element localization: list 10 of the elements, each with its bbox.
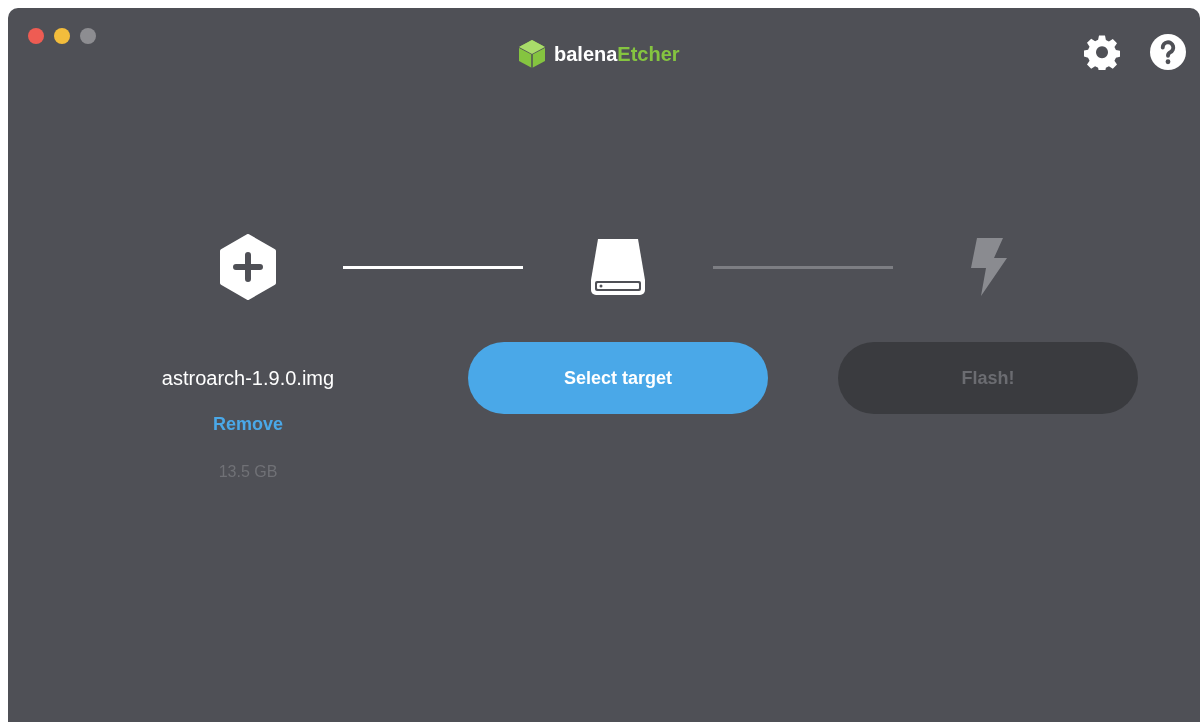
zoom-button[interactable] xyxy=(80,28,96,44)
minimize-button[interactable] xyxy=(54,28,70,44)
cube-icon xyxy=(516,38,548,70)
help-icon[interactable] xyxy=(1150,34,1186,70)
window-title: balenaEtcher xyxy=(554,42,680,67)
settings-icon[interactable] xyxy=(1084,34,1120,70)
remove-link[interactable]: Remove xyxy=(212,412,283,436)
plus-hexagon-icon[interactable] xyxy=(219,234,277,300)
file-name: astroarch-1.9.0.img xyxy=(161,366,335,391)
select-target-button[interactable]: Select target xyxy=(468,342,768,414)
